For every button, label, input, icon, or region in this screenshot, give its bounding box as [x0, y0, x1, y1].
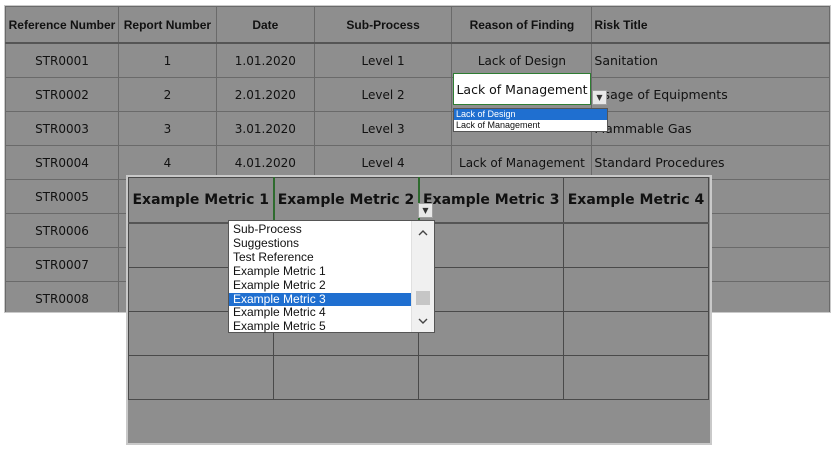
metric-cell[interactable] [273, 355, 419, 400]
chevron-down-icon[interactable] [412, 311, 434, 331]
cell-reference-number[interactable]: STR0001 [5, 42, 119, 78]
column-header-reference-number[interactable]: Reference Number [5, 6, 119, 44]
dropdown-option-lack-of-management[interactable]: Lack of Management [454, 120, 607, 131]
metric-cell[interactable] [563, 355, 709, 400]
chevron-up-icon[interactable] [412, 223, 434, 243]
metric-header-3[interactable]: Example Metric 3 [418, 177, 564, 224]
reason-dropdown-list: Lack of Design Lack of Management [453, 108, 608, 132]
column-header-reason-of-finding[interactable]: Reason of Finding [451, 6, 593, 44]
reason-of-finding-active-cell[interactable]: Lack of Management [453, 73, 591, 105]
cell-reference-number[interactable]: STR0004 [5, 145, 119, 180]
metric-header-2[interactable]: Example Metric 2 [273, 177, 420, 224]
metric-option-example-metric-3[interactable]: Example Metric 3 [229, 292, 411, 307]
column-header-report-number[interactable]: Report Number [117, 6, 217, 44]
metric-cell[interactable] [563, 222, 709, 268]
metric-cell[interactable] [563, 311, 709, 356]
column-header-date[interactable]: Date [215, 6, 315, 44]
metric-cell[interactable] [418, 267, 564, 312]
metric-dropdown-items: Sub-Process Suggestions Test Reference E… [229, 222, 411, 334]
cell-sub-process[interactable]: Level 2 [313, 77, 453, 112]
metric-header-1[interactable]: Example Metric 1 [128, 177, 275, 224]
metric-cell[interactable] [128, 355, 274, 400]
cell-reference-number[interactable]: STR0003 [5, 111, 119, 146]
cell-reference-number[interactable]: STR0006 [5, 213, 119, 248]
cell-date[interactable]: 3.01.2020 [215, 111, 315, 146]
cell-reference-number[interactable]: STR0007 [5, 247, 119, 282]
table-row: STR0001 1 1.01.2020 Level 1 Lack of Design Sa… [5, 42, 830, 78]
metric-option-example-metric-5[interactable]: Example Metric 5 [229, 319, 411, 334]
cell-date[interactable]: 1.01.2020 [215, 42, 315, 78]
dropdown-arrow-icon: ▼ [596, 93, 603, 102]
cell-reference-number[interactable]: STR0002 [5, 77, 119, 112]
metric-option-example-metric-2[interactable]: Example Metric 2 [229, 278, 411, 293]
main-table-header-row: Reference Number Report Number Date Sub-… [5, 6, 830, 44]
reason-dropdown-button[interactable]: ▼ [592, 90, 607, 105]
metric-dropdown-scrollbar[interactable] [411, 221, 434, 332]
metric-dropdown-list: Sub-Process Suggestions Test Reference E… [228, 220, 435, 333]
metric-option-sub-process[interactable]: Sub-Process [229, 222, 411, 237]
metric-cell[interactable] [418, 355, 564, 400]
column-header-risk-title[interactable]: Risk Title [591, 6, 830, 44]
metric-cell[interactable] [563, 267, 709, 312]
cell-sub-process[interactable]: Level 1 [313, 42, 453, 78]
dropdown-arrow-icon: ▼ [422, 206, 429, 215]
cell-reference-number[interactable]: STR0008 [5, 281, 119, 312]
active-cell-value: Lack of Management [456, 81, 588, 97]
metric-cell[interactable] [418, 222, 564, 268]
table-row: STR0003 3 3.01.2020 Level 3 Flammable Gas [5, 111, 830, 146]
cell-report-number[interactable]: 3 [117, 111, 217, 146]
dropdown-option-lack-of-design[interactable]: Lack of Design [454, 109, 607, 120]
table-row: STR0002 2 2.01.2020 Level 2 Usage of Equipme… [5, 77, 830, 112]
cell-date[interactable]: 2.01.2020 [215, 77, 315, 112]
column-header-sub-process[interactable]: Sub-Process [313, 6, 453, 44]
metric-option-example-metric-4[interactable]: Example Metric 4 [229, 306, 411, 320]
cell-reference-number[interactable]: STR0005 [5, 179, 119, 214]
cell-report-number[interactable]: 1 [117, 42, 217, 78]
scrollbar-thumb[interactable] [416, 291, 430, 305]
cell-sub-process[interactable]: Level 3 [313, 111, 453, 146]
metric-cell[interactable] [418, 311, 564, 356]
metric-option-test-reference[interactable]: Test Reference [229, 250, 411, 265]
metric-dropdown-button[interactable]: ▼ [418, 203, 433, 218]
cell-risk-title[interactable]: Usage of Equipments [591, 77, 830, 112]
metric-header-4[interactable]: Example Metric 4 [563, 177, 709, 224]
cell-risk-title[interactable]: Sanitation [591, 42, 830, 78]
cell-report-number[interactable]: 2 [117, 77, 217, 112]
cell-risk-title[interactable]: Flammable Gas [591, 111, 830, 146]
metric-row [128, 355, 709, 400]
metric-option-suggestions[interactable]: Suggestions [229, 236, 411, 251]
metric-option-example-metric-1[interactable]: Example Metric 1 [229, 264, 411, 279]
